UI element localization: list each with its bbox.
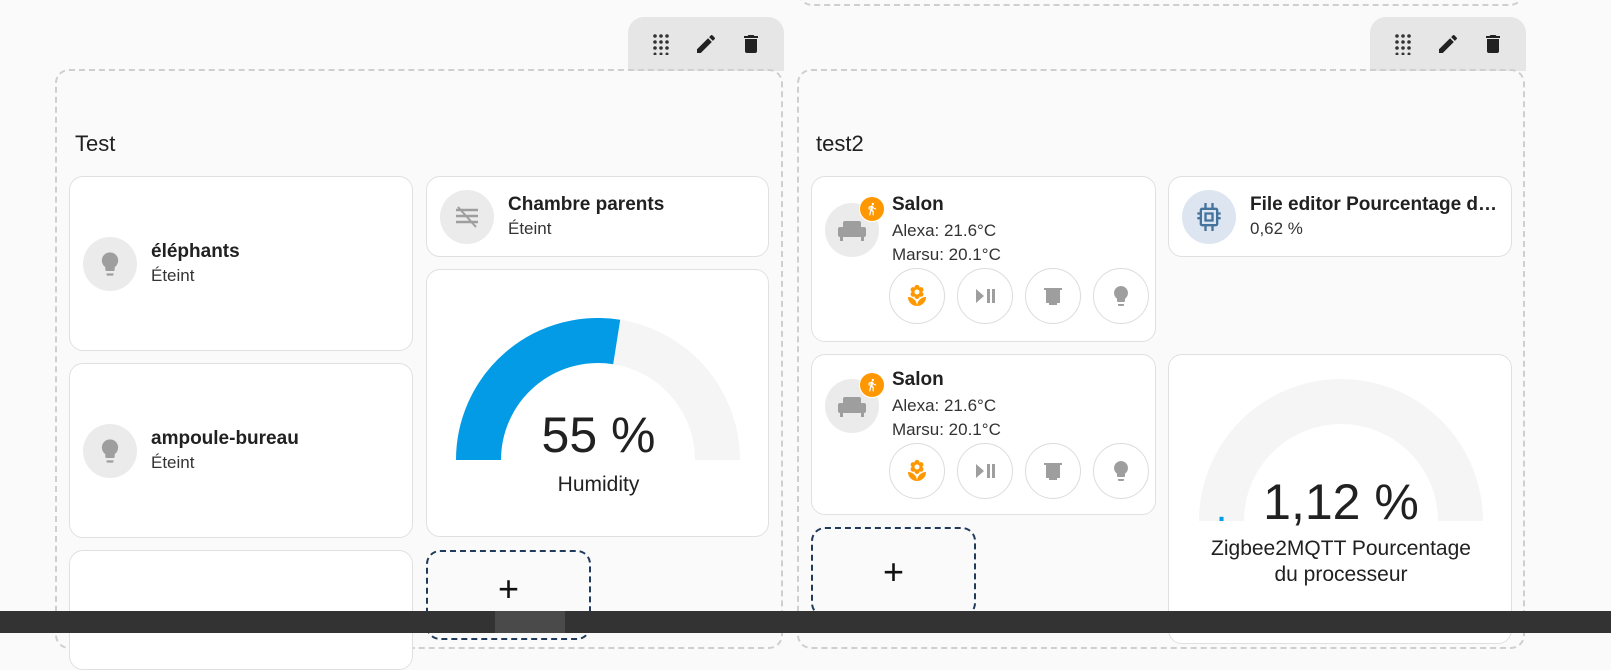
pencil-icon[interactable] <box>686 24 726 64</box>
gauge-card-humidity[interactable]: 55 % Humidity <box>426 269 769 537</box>
flower-icon[interactable] <box>889 268 945 324</box>
flower-icon[interactable] <box>889 443 945 499</box>
add-card-button[interactable]: + <box>811 527 976 617</box>
area-buttons <box>889 268 1149 324</box>
blinds-icon[interactable] <box>1025 443 1081 499</box>
motion-icon <box>859 372 885 398</box>
gauge-value: 55 % <box>427 406 770 464</box>
lightbulb-icon[interactable] <box>83 424 137 478</box>
area-card-salon[interactable]: Salon Alexa: 21.6°C Marsu: 20.1°C <box>811 176 1156 342</box>
tile-card-ampoule-bureau[interactable]: ampoule-bureau Éteint <box>69 363 413 538</box>
chip-icon[interactable] <box>1182 190 1236 244</box>
tile-state: Éteint <box>151 451 299 475</box>
section-above-edge <box>798 0 1524 6</box>
gauge-name-line1: Zigbee2MQTT Pourcentage <box>1169 535 1513 562</box>
tile-state: Éteint <box>508 217 664 241</box>
area-sensor-marsu: Marsu: 20.1°C <box>892 243 1001 267</box>
gauge-value: 1,12 % <box>1169 473 1513 531</box>
motion-icon <box>859 196 885 222</box>
blinds-icon[interactable] <box>440 190 494 244</box>
lightbulb-icon[interactable] <box>1093 443 1149 499</box>
gauge-card-zigbee2mqtt[interactable]: 1,12 % Zigbee2MQTT Pourcentage du proces… <box>1168 354 1512 644</box>
gauge-name: Humidity <box>427 471 770 498</box>
lightbulb-icon[interactable] <box>83 237 137 291</box>
bottom-bar-handle <box>495 611 565 633</box>
section-title: test2 <box>816 131 864 157</box>
tile-name: éléphants <box>151 240 240 264</box>
tile-name: ampoule-bureau <box>151 427 299 451</box>
area-sensor-marsu: Marsu: 20.1°C <box>892 418 1001 442</box>
gauge-name-line2: du processeur <box>1169 561 1513 588</box>
tile-card-chambre-parents[interactable]: Chambre parents Éteint <box>426 176 769 257</box>
trash-icon[interactable] <box>1473 24 1513 64</box>
section-toolbar <box>1370 17 1526 71</box>
blinds-icon[interactable] <box>1025 268 1081 324</box>
tile-card-elephants[interactable]: éléphants Éteint <box>69 176 413 351</box>
area-sensor-alexa: Alexa: 21.6°C <box>892 394 996 418</box>
area-card-salon[interactable]: Salon Alexa: 21.6°C Marsu: 20.1°C <box>811 354 1156 515</box>
play-pause-icon[interactable] <box>957 443 1013 499</box>
area-name: Salon <box>892 193 944 217</box>
tile-state: Éteint <box>151 264 240 288</box>
area-sensor-alexa: Alexa: 21.6°C <box>892 219 996 243</box>
section-title: Test <box>75 131 115 157</box>
area-name: Salon <box>892 368 944 392</box>
trash-icon[interactable] <box>731 24 771 64</box>
tile-card-partial[interactable] <box>69 550 413 670</box>
play-pause-icon[interactable] <box>957 268 1013 324</box>
drag-handle-icon[interactable] <box>641 24 681 64</box>
tile-card-file-editor[interactable]: File editor Pourcentage d… 0,62 % <box>1168 176 1512 257</box>
bottom-bar <box>0 611 1611 633</box>
tile-name: Chambre parents <box>508 193 664 217</box>
tile-state: 0,62 % <box>1250 217 1497 241</box>
section-toolbar <box>628 17 784 71</box>
pencil-icon[interactable] <box>1428 24 1468 64</box>
tile-name: File editor Pourcentage d… <box>1250 193 1497 217</box>
area-buttons <box>889 443 1149 499</box>
drag-handle-icon[interactable] <box>1383 24 1423 64</box>
lightbulb-icon[interactable] <box>1093 268 1149 324</box>
